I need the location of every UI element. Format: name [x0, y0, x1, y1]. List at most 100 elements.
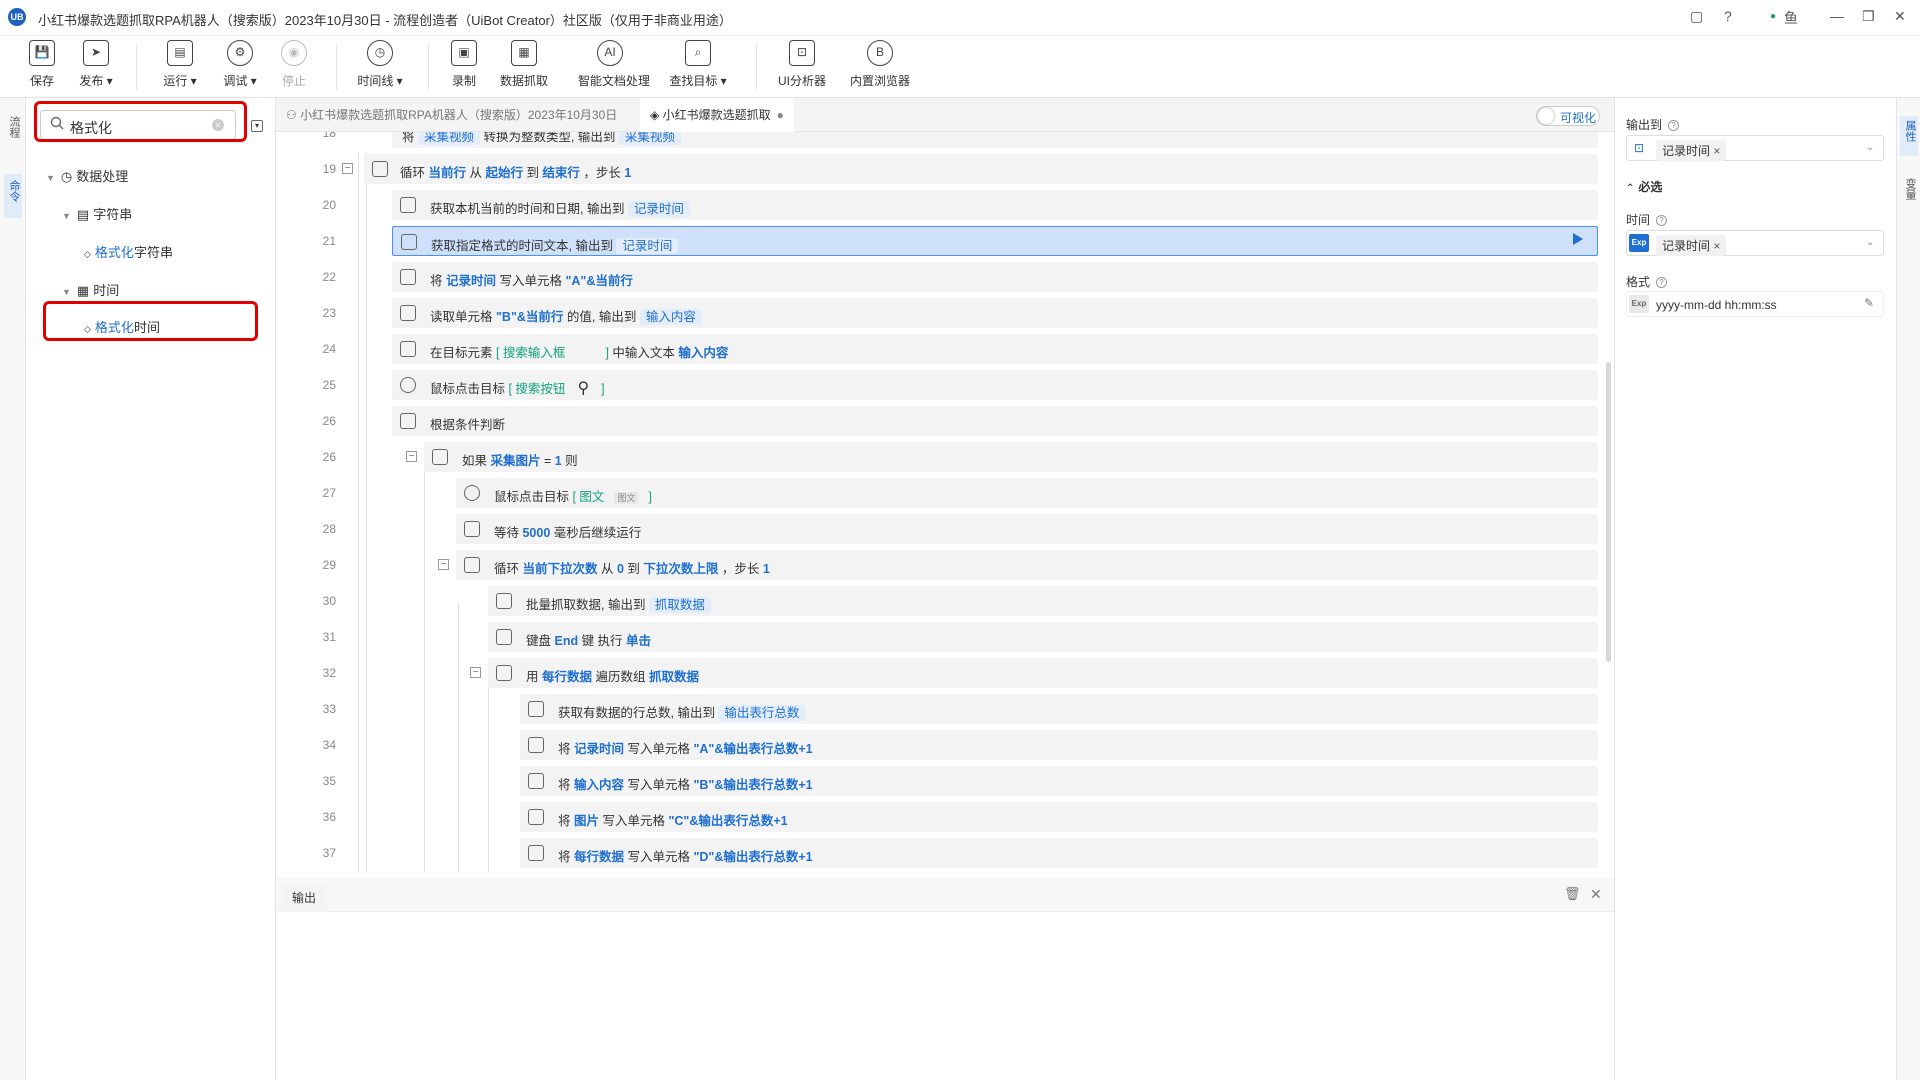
tree-item-time[interactable]: ▼ ▦ 时间: [62, 280, 119, 299]
help-icon[interactable]: ?: [1724, 8, 1732, 24]
editor-scrollbar[interactable]: [1606, 362, 1611, 662]
right-side-tabs: 属性 变量: [1896, 98, 1920, 1080]
statement-card[interactable]: 将 记录时间 写入单元格 "A"&当前行: [392, 262, 1598, 292]
code-row[interactable]: 28 等待 5000 毫秒后继续运行: [276, 512, 1606, 546]
tab-current-block[interactable]: ◈ 小红书爆款选题抓取 ●: [640, 98, 794, 132]
run-line-icon[interactable]: [1573, 233, 1583, 245]
code-row[interactable]: 25 鼠标点击目标 [ 搜索按钮 ⚲]: [276, 368, 1606, 402]
layout-icon[interactable]: ▢: [1690, 8, 1703, 25]
tab-main-flow[interactable]: ⚇ 小红书爆款选题抓取RPA机器人（搜索版）2023年10月30日: [276, 98, 627, 132]
layers-icon: ◈: [650, 108, 663, 122]
statement-card[interactable]: 等待 5000 毫秒后继续运行: [456, 514, 1598, 544]
statement-card[interactable]: 将 每行数据 写入单元格 "D"&输出表行总数+1: [520, 838, 1598, 868]
idp-button[interactable]: AI 智能文档处理: [578, 40, 650, 89]
statement-card-selected[interactable]: 获取指定格式的时间文本, 输出到 记录时间: [392, 226, 1598, 256]
collapse-icon[interactable]: −: [406, 451, 417, 462]
code-row[interactable]: 33 获取有数据的行总数, 输出到 输出表行总数: [276, 692, 1606, 726]
magnifier-icon: ⚲: [577, 380, 590, 397]
code-row[interactable]: 18 将 采集视频 转换为整数类型, 输出到 采集视频: [276, 132, 1606, 150]
condition-card[interactable]: 根据条件判断: [392, 406, 1598, 436]
statement-card[interactable]: 获取有数据的行总数, 输出到 输出表行总数: [520, 694, 1598, 724]
remove-icon: ×: [1713, 144, 1721, 158]
code-row[interactable]: 26 − 如果 采集图片 = 1 则: [276, 440, 1606, 474]
code-row-selected[interactable]: 21 获取指定格式的时间文本, 输出到 记录时间: [276, 224, 1606, 258]
collapse-icon[interactable]: −: [438, 559, 449, 570]
statement-card[interactable]: 在目标元素 [ 搜索输入框] 中输入文本 输入内容: [392, 334, 1598, 364]
find-target-button[interactable]: ⌕ 查找目标 ▾: [666, 40, 730, 89]
required-section-header[interactable]: ⌃ 必选: [1626, 178, 1662, 195]
collapse-icon[interactable]: −: [342, 163, 353, 174]
code-row[interactable]: 32 − 用 每行数据 遍历数组 抓取数据: [276, 656, 1606, 690]
close-window-icon[interactable]: ✕: [1894, 8, 1906, 25]
chevron-down-icon[interactable]: ⌄: [1866, 237, 1874, 248]
loop-card[interactable]: 用 每行数据 遍历数组 抓取数据: [488, 658, 1598, 688]
statement-card[interactable]: 鼠标点击目标 [ 图文 图文]: [456, 478, 1598, 508]
if-card[interactable]: 如果 采集图片 = 1 则: [424, 442, 1598, 472]
statement-card[interactable]: 将 采集视频 转换为整数类型, 输出到 采集视频: [392, 132, 1598, 148]
tree-item-data-processing[interactable]: ▼ ◷ 数据处理: [46, 166, 128, 185]
statement-card[interactable]: 将 图片 写入单元格 "C"&输出表行总数+1: [520, 802, 1598, 832]
exp-toggle[interactable]: Exp: [1629, 295, 1649, 313]
tree-item-format-string[interactable]: ◇ 格式化字符串: [84, 242, 173, 261]
scrape-icon: [496, 593, 512, 609]
chevron-down-icon[interactable]: ⌄: [1866, 142, 1874, 153]
statement-card[interactable]: 鼠标点击目标 [ 搜索按钮 ⚲]: [392, 370, 1598, 400]
output-to-chip[interactable]: 记录时间 ×: [1656, 140, 1727, 161]
filter-icon[interactable]: ▾: [251, 120, 263, 132]
loop-icon: [464, 557, 480, 573]
code-row[interactable]: 26 根据条件判断: [276, 404, 1606, 438]
trash-icon[interactable]: 🗑: [1564, 886, 1581, 902]
exp-toggle[interactable]: Exp: [1629, 234, 1649, 252]
code-row[interactable]: 27 鼠标点击目标 [ 图文 图文]: [276, 476, 1606, 510]
toolbar-divider: [756, 44, 757, 90]
code-row[interactable]: 24 在目标元素 [ 搜索输入框] 中输入文本 输入内容: [276, 332, 1606, 366]
code-row[interactable]: 23 读取单元格 "B"&当前行 的值, 输出到 输入内容: [276, 296, 1606, 330]
statement-card[interactable]: 将 记录时间 写入单元格 "A"&输出表行总数+1: [520, 730, 1598, 760]
statement-card[interactable]: 键盘 End 键 执行 单击: [488, 622, 1598, 652]
timeline-button[interactable]: ◷ 时间线 ▾: [348, 40, 412, 89]
stop-button[interactable]: ◉ 停止: [262, 40, 326, 89]
tab-flow[interactable]: 流程: [4, 116, 22, 138]
format-value[interactable]: yyyy-mm-dd hh:mm:ss: [1656, 298, 1777, 312]
tree-item-string[interactable]: ▼ ▤ 字符串: [62, 204, 132, 223]
run-button[interactable]: ▤ 运行 ▾: [148, 40, 212, 89]
code-row[interactable]: 29 − 循环 当前下拉次数 从 0 到 下拉次数上限 ，步长 1: [276, 548, 1606, 582]
statement-card[interactable]: 获取本机当前的时间和日期, 输出到 记录时间: [392, 190, 1598, 220]
code-row[interactable]: 19 − 循环 当前行 从 起始行 到 结束行 ，步长 1: [276, 152, 1606, 186]
restore-icon[interactable]: ❐: [1862, 8, 1875, 25]
close-icon[interactable]: ✕: [1590, 886, 1602, 903]
loop-card[interactable]: 循环 当前行 从 起始行 到 结束行 ，步长 1: [364, 154, 1598, 184]
code-row[interactable]: 20 获取本机当前的时间和日期, 输出到 记录时间: [276, 188, 1606, 222]
run-icon: ▤: [167, 40, 193, 66]
builtin-browser-button[interactable]: B 内置浏览器: [848, 40, 912, 89]
mouse-icon: [464, 485, 480, 501]
code-row[interactable]: 22 将 记录时间 写入单元格 "A"&当前行: [276, 260, 1606, 294]
tab-variables[interactable]: 变量: [1900, 178, 1918, 200]
statement-card[interactable]: 将 输入内容 写入单元格 "B"&输出表行总数+1: [520, 766, 1598, 796]
ui-analyzer-button[interactable]: ⊡ UI分析器: [770, 40, 834, 89]
record-button[interactable]: ▣ 录制: [432, 40, 496, 89]
output-tab[interactable]: 输出: [282, 884, 326, 912]
loop-card[interactable]: 循环 当前下拉次数 从 0 到 下拉次数上限 ，步长 1: [456, 550, 1598, 580]
collapse-icon[interactable]: −: [470, 667, 481, 678]
statement-card[interactable]: 批量抓取数据, 输出到 抓取数据: [488, 586, 1598, 616]
code-row[interactable]: 34 将 记录时间 写入单元格 "A"&输出表行总数+1: [276, 728, 1606, 762]
code-row[interactable]: 36 将 图片 写入单元格 "C"&输出表行总数+1: [276, 800, 1606, 834]
time-chip[interactable]: 记录时间 ×: [1656, 235, 1727, 256]
minimize-icon[interactable]: —: [1830, 8, 1844, 24]
code-row[interactable]: 31 键盘 End 键 执行 单击: [276, 620, 1606, 654]
data-scrape-button[interactable]: ▦ 数据抓取: [492, 40, 556, 89]
variable-icon: ⊡: [1634, 141, 1645, 155]
publish-button[interactable]: ➤ 发布 ▾: [64, 40, 128, 89]
code-row[interactable]: 35 将 输入内容 写入单元格 "B"&输出表行总数+1: [276, 764, 1606, 798]
tab-properties[interactable]: 属性: [1900, 116, 1918, 156]
user-name[interactable]: 鱼: [1784, 8, 1798, 28]
edit-icon[interactable]: ✎: [1864, 296, 1874, 310]
statement-card[interactable]: 读取单元格 "B"&当前行 的值, 输出到 输入内容: [392, 298, 1598, 328]
keyboard-icon: [400, 341, 416, 357]
tab-commands[interactable]: 命令: [4, 174, 22, 218]
help-icon: ?: [1656, 277, 1668, 289]
code-row[interactable]: 37 将 每行数据 写入单元格 "D"&输出表行总数+1: [276, 836, 1606, 870]
code-row[interactable]: 30 批量抓取数据, 输出到 抓取数据: [276, 584, 1606, 618]
record-icon: ▣: [451, 40, 477, 66]
